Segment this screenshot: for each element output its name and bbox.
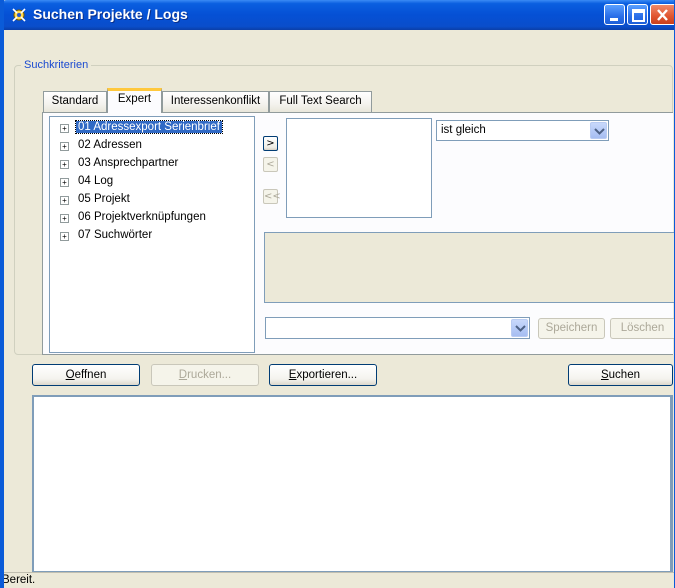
save-search-button[interactable]: Speichern xyxy=(538,318,605,339)
minimize-icon xyxy=(610,18,618,21)
remove-all-fields-button[interactable]: << xyxy=(263,189,281,204)
search-app-icon xyxy=(12,8,26,22)
remove-field-button[interactable]: < xyxy=(263,157,278,172)
tree-item-label: 04 Log xyxy=(78,175,114,187)
maximize-button[interactable] xyxy=(627,4,648,25)
status-bar: Bereit. xyxy=(2,572,674,588)
tree-item-label: 05 Projekt xyxy=(78,193,130,205)
status-text: Bereit. xyxy=(2,574,36,586)
operator-select-value: ist gleich xyxy=(441,124,486,136)
field-tree[interactable]: + 01 Adressexport Serienbrief + 02 Adres… xyxy=(49,116,255,353)
expand-icon[interactable]: + xyxy=(60,214,69,223)
tab-expert[interactable]: Expert xyxy=(107,88,162,113)
close-icon xyxy=(657,9,668,21)
chevron-down-icon xyxy=(515,325,526,332)
expand-icon[interactable]: + xyxy=(60,124,69,133)
dropdown-button[interactable] xyxy=(511,319,528,337)
operator-select[interactable]: ist gleich xyxy=(436,120,609,141)
print-button-mnemonic: D xyxy=(178,369,188,381)
print-button[interactable]: Drucken... xyxy=(151,364,259,386)
expand-icon[interactable]: + xyxy=(60,160,69,169)
open-button-label: effnen xyxy=(74,369,107,381)
tab-standard[interactable]: Standard xyxy=(43,91,107,112)
criteria-memo[interactable] xyxy=(264,232,674,303)
expand-icon[interactable]: + xyxy=(60,196,69,205)
maximize-icon xyxy=(632,9,645,22)
window-title: Suchen Projekte / Logs xyxy=(33,6,188,22)
search-button-label: uchen xyxy=(608,369,640,381)
export-button-label: xportieren... xyxy=(296,369,358,381)
search-button-mnemonic: S xyxy=(600,369,609,381)
saved-search-select[interactable] xyxy=(265,317,530,339)
tab-full-text-search[interactable]: Full Text Search xyxy=(269,91,372,112)
tree-item-label: 03 Ansprechpartner xyxy=(78,157,179,169)
expand-icon[interactable]: + xyxy=(60,142,69,151)
tree-item-label: 02 Adressen xyxy=(78,139,142,151)
tab-interessenkonflikt[interactable]: Interessenkonflikt xyxy=(162,91,269,112)
expand-icon[interactable]: + xyxy=(60,178,69,187)
search-window: Suchen Projekte / Logs Suchkriterien Sta… xyxy=(0,0,675,588)
dropdown-button[interactable] xyxy=(590,122,607,139)
open-button-mnemonic: O xyxy=(65,369,75,381)
title-bar[interactable]: Suchen Projekte / Logs xyxy=(4,0,674,30)
tree-item-label: 01 Adressexport Serienbrief xyxy=(75,120,223,134)
add-field-button[interactable]: > xyxy=(263,136,278,151)
export-button[interactable]: Exportieren... xyxy=(269,364,377,386)
expand-icon[interactable]: + xyxy=(60,232,69,241)
results-list[interactable] xyxy=(32,395,673,573)
tree-item-label: 06 Projektverknüpfungen xyxy=(78,211,206,223)
print-button-label: rucken... xyxy=(187,369,232,381)
close-button[interactable] xyxy=(650,4,674,25)
open-button[interactable]: Oeffnen xyxy=(32,364,140,386)
delete-search-button[interactable]: Löschen xyxy=(610,318,674,339)
chevron-down-icon xyxy=(594,128,605,135)
minimize-button[interactable] xyxy=(604,4,625,25)
search-button[interactable]: Suchen xyxy=(568,364,673,386)
selected-fields-list[interactable] xyxy=(286,118,432,218)
search-criteria-legend: Suchkriterien xyxy=(21,59,92,71)
tree-item-label: 07 Suchwörter xyxy=(78,229,153,241)
